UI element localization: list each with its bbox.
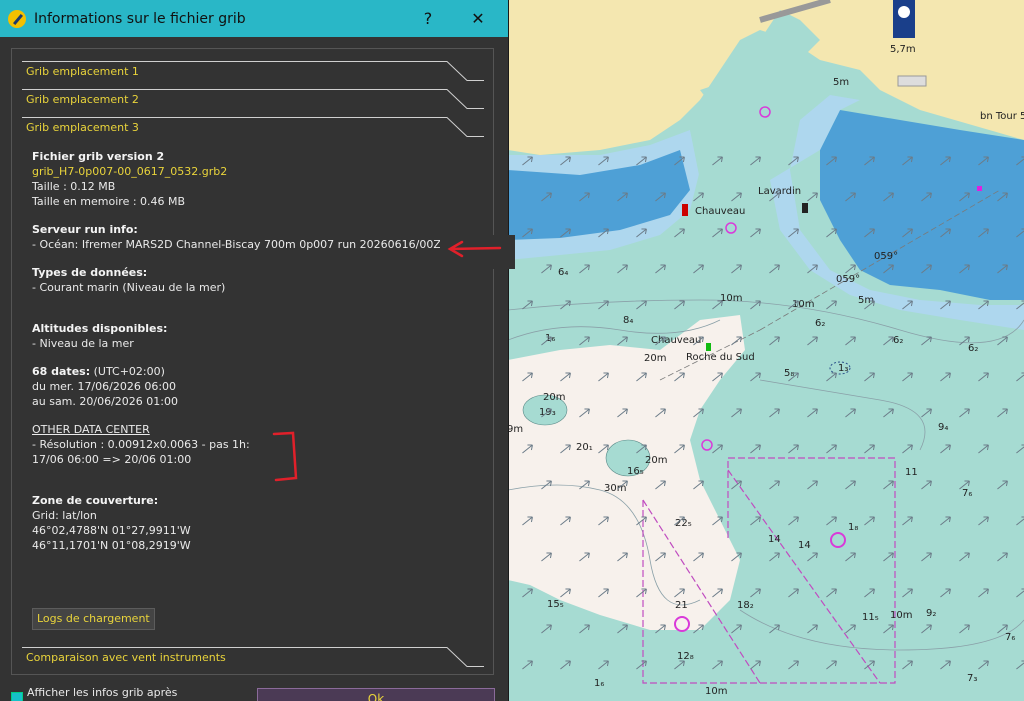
annotation-overlay (272, 235, 515, 482)
arrow-backdrop (440, 235, 515, 269)
red-bracket-annotation (272, 431, 298, 482)
